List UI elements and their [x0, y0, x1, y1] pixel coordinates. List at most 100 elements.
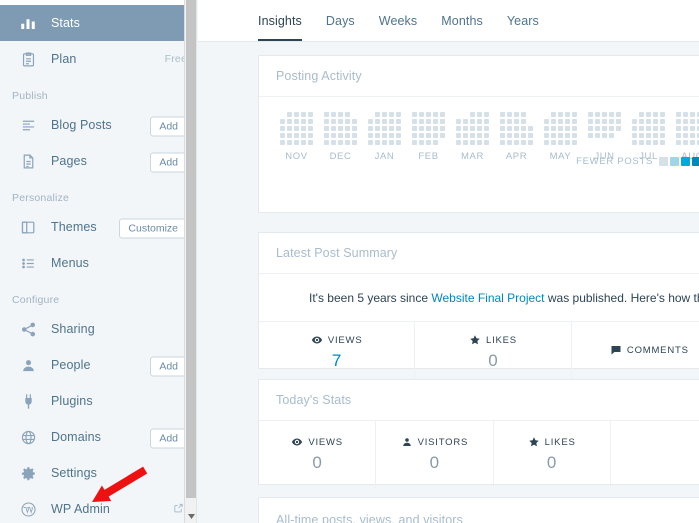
posting-activity-legend: FEWER POSTS: [576, 156, 699, 167]
scroll-down-arrow-icon[interactable]: [185, 509, 196, 523]
people-add-button[interactable]: Add: [150, 356, 187, 377]
heatmap-cell: [521, 133, 526, 138]
heatmap-cell: [521, 140, 526, 145]
heatmap-row: [411, 111, 446, 118]
sidebar-item-settings[interactable]: Settings: [0, 455, 196, 491]
sidebar-item-label: Domains: [51, 430, 102, 444]
heatmap-cell: [456, 112, 461, 117]
sidebar-item-domains[interactable]: Domains Add: [0, 419, 196, 455]
domains-add-button[interactable]: Add: [150, 428, 187, 449]
heatmap-row: [279, 125, 314, 132]
heatmap-row: [631, 125, 666, 132]
heatmap-cell: [345, 126, 350, 131]
sidebar-item-sharing[interactable]: Sharing: [0, 311, 196, 347]
heatmap-row: [411, 132, 446, 139]
sidebar-item-label: Pages: [51, 154, 87, 168]
heatmap-cell: [433, 119, 438, 124]
heatmap-cell: [588, 140, 593, 145]
sidebar-item-plugins[interactable]: Plugins: [0, 383, 196, 419]
legend-label: FEWER POSTS: [576, 156, 653, 167]
heatmap-cell: [331, 133, 336, 138]
stat-value: 0: [312, 453, 322, 472]
sidebar-scrollbar[interactable]: [184, 0, 196, 523]
sidebar-item-themes[interactable]: Themes Customize: [0, 209, 196, 245]
heatmap-cell: [484, 119, 489, 124]
heatmap-cell: [287, 126, 292, 131]
sidebar-scrollbar-thumb[interactable]: [186, 0, 196, 498]
sentence-suffix: was published. Here's how the post has p…: [547, 291, 699, 305]
tab-days[interactable]: Days: [326, 14, 355, 41]
heatmap-cell: [338, 133, 343, 138]
sidebar-item-label: People: [51, 358, 91, 372]
heatmap-cell: [484, 112, 489, 117]
pages-add-button[interactable]: Add: [150, 152, 187, 173]
heatmap-cell: [412, 140, 417, 145]
post-link[interactable]: Website Final Project: [431, 291, 544, 305]
sidebar-item-stats[interactable]: Stats: [0, 5, 196, 41]
share-icon: [18, 319, 38, 339]
sidebar-item-menus[interactable]: Menus: [0, 245, 196, 281]
heatmap-cell: [544, 112, 549, 117]
people-add-label: Add: [150, 356, 187, 377]
heatmap-cell: [676, 112, 681, 117]
blog-posts-add-button[interactable]: Add: [150, 116, 187, 137]
stat-cell-comments: COMMENTS: [572, 322, 699, 383]
heatmap-row: [367, 132, 402, 139]
sidebar-item-wp-admin[interactable]: WP Admin: [0, 491, 196, 523]
heatmap-cell: [419, 112, 424, 117]
tab-months[interactable]: Months: [441, 14, 483, 41]
heatmap-cell: [477, 133, 482, 138]
heatmap-month-FEB: FEB: [411, 111, 446, 162]
themes-add-button[interactable]: Customize: [119, 218, 187, 239]
heatmap-cell: [609, 112, 614, 117]
heatmap-cell: [572, 112, 577, 117]
sidebar-item-plan[interactable]: Plan Free: [0, 41, 196, 77]
heatmap-row: [323, 111, 358, 118]
heatmap-cell: [345, 119, 350, 124]
tab-years[interactable]: Years: [507, 14, 539, 41]
sidebar-item-people[interactable]: People Add: [0, 347, 196, 383]
plug-icon: [18, 391, 38, 411]
heatmap-cell: [500, 133, 505, 138]
heatmap-cell: [660, 140, 665, 145]
sidebar-item-pages[interactable]: Pages Add: [0, 143, 196, 179]
heatmap-cell: [616, 133, 621, 138]
heatmap-row: [323, 125, 358, 132]
person-icon: [401, 436, 413, 448]
heatmap-cell: [507, 112, 512, 117]
heatmap-cell: [280, 133, 285, 138]
heatmap-cell: [470, 140, 475, 145]
sidebar-item-blog-posts[interactable]: Blog Posts Add: [0, 107, 196, 143]
heatmap-cell: [440, 140, 445, 145]
heatmap-cell: [426, 119, 431, 124]
heatmap-cell: [331, 140, 336, 145]
heatmap-cell: [368, 140, 373, 145]
heatmap-cell: [301, 140, 306, 145]
heatmap-cell: [507, 140, 512, 145]
heatmap-row: [587, 111, 622, 118]
heatmap-month-MAY: MAY: [543, 111, 578, 162]
heatmap-cell: [331, 126, 336, 131]
heatmap-cell: [433, 133, 438, 138]
heatmap-cell: [280, 140, 285, 145]
menu-list-icon: [18, 253, 38, 273]
heatmap-row: [631, 111, 666, 118]
heatmap-cell: [565, 112, 570, 117]
heatmap-cell: [382, 140, 387, 145]
heatmap-cell: [440, 126, 445, 131]
heatmap-cell: [433, 112, 438, 117]
tab-weeks[interactable]: Weeks: [379, 14, 417, 41]
pages-add-label: Add: [150, 152, 187, 173]
heatmap-cell: [463, 133, 468, 138]
sidebar-item-label: Blog Posts: [51, 118, 112, 132]
heatmap-cell: [558, 140, 563, 145]
heatmap-cell: [572, 119, 577, 124]
heatmap-row: [499, 111, 534, 118]
heatmap-cell: [412, 126, 417, 131]
heatmap-cell: [324, 133, 329, 138]
heatmap-cell: [507, 133, 512, 138]
sidebar-section-publish: Publish: [12, 90, 48, 102]
stats-period-tabs: Insights Days Weeks Months Years: [198, 0, 699, 42]
tab-insights[interactable]: Insights: [258, 14, 302, 41]
heatmap-cell: [660, 126, 665, 131]
